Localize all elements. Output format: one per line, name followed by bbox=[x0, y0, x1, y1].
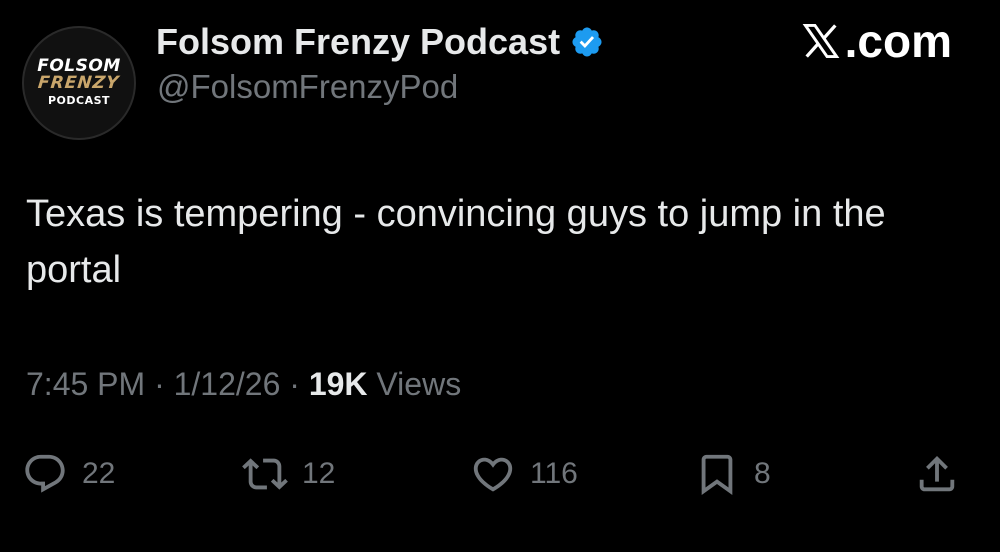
views-label: Views bbox=[376, 366, 462, 402]
views-count: 19K bbox=[308, 366, 368, 402]
share-button[interactable] bbox=[914, 446, 960, 502]
heart-icon bbox=[473, 457, 513, 492]
bookmark-count: 8 bbox=[754, 457, 771, 490]
meta-separator: · bbox=[154, 366, 165, 402]
author-handle[interactable]: @FolsomFrenzyPod bbox=[157, 66, 458, 108]
x-com-label: .com bbox=[844, 15, 952, 67]
repost-icon bbox=[242, 458, 288, 490]
tweet-date[interactable]: 1/12/26 bbox=[174, 366, 281, 402]
action-bar: 22 12 116 8 bbox=[0, 446, 1000, 502]
x-com-watermark: .com bbox=[799, 14, 952, 68]
repost-button[interactable]: 12 bbox=[242, 446, 335, 502]
verified-badge-icon bbox=[570, 25, 604, 59]
reply-count: 22 bbox=[82, 457, 116, 490]
display-name[interactable]: Folsom Frenzy Podcast bbox=[156, 20, 560, 64]
bookmark-button[interactable]: 8 bbox=[694, 446, 771, 502]
reply-button[interactable]: 22 bbox=[22, 446, 115, 502]
like-button[interactable]: 116 bbox=[470, 446, 578, 502]
avatar[interactable]: FOLSOM FRENZY PODCAST bbox=[22, 26, 136, 140]
tweet-text: Texas is tempering - convincing guys to … bbox=[26, 193, 886, 291]
reply-icon bbox=[25, 454, 65, 493]
share-icon bbox=[919, 455, 955, 492]
tweet-meta: 7:45 PM · 1/12/26 · 19K Views bbox=[26, 362, 461, 406]
tweet-card: FOLSOM FRENZY PODCAST Folsom Frenzy Podc… bbox=[0, 0, 1000, 552]
x-logo-icon bbox=[802, 23, 840, 59]
tweet-time[interactable]: 7:45 PM bbox=[26, 366, 145, 402]
repost-count: 12 bbox=[302, 457, 336, 490]
avatar-logo-line2: FRENZY bbox=[37, 73, 121, 93]
author-name-row: Folsom Frenzy Podcast bbox=[156, 20, 604, 64]
meta-separator: · bbox=[289, 366, 300, 402]
avatar-logo-line3: PODCAST bbox=[47, 94, 111, 107]
like-count: 116 bbox=[530, 457, 578, 490]
bookmark-icon bbox=[701, 454, 733, 495]
